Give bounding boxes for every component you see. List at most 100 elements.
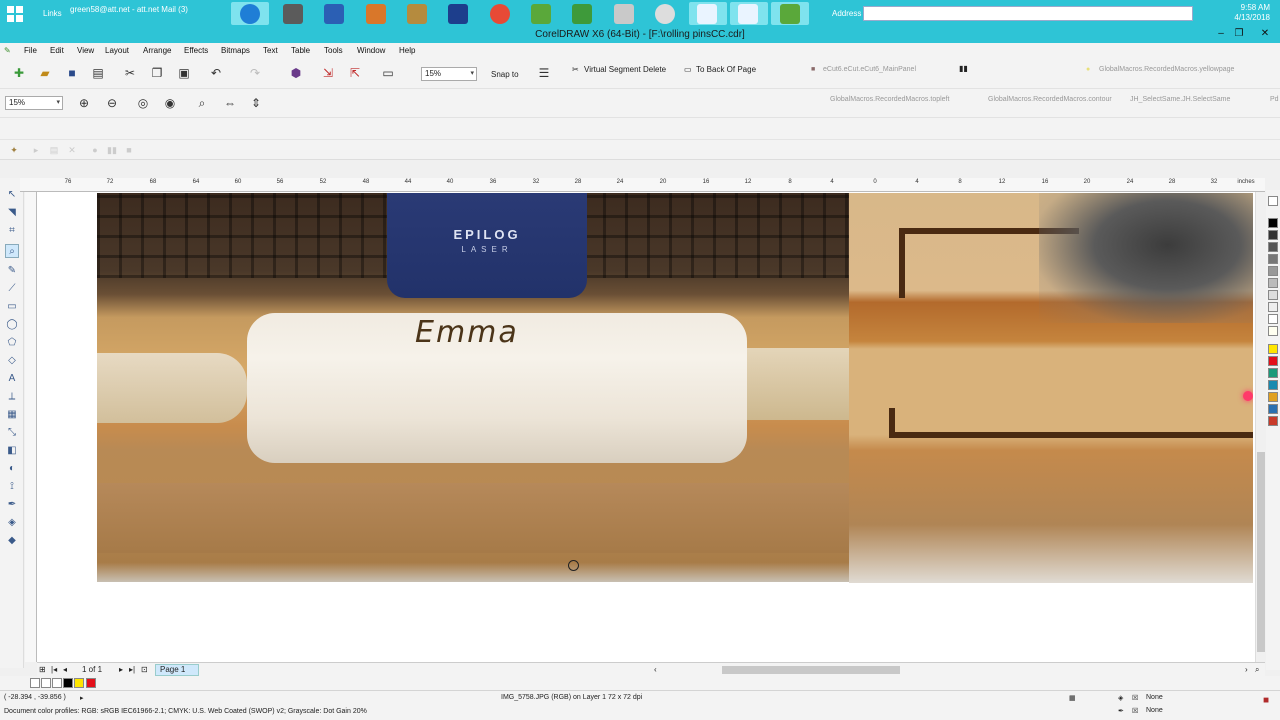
menu-layout[interactable]: Layout	[105, 46, 129, 55]
palette-arrow[interactable]	[30, 678, 40, 688]
zoom-out-icon[interactable]: ⊖	[102, 93, 122, 113]
no-color-swatch[interactable]	[1268, 196, 1278, 206]
macro-tools-icon[interactable]: ✕	[62, 140, 82, 160]
corel-icon-2[interactable]	[572, 4, 592, 24]
corel-icon[interactable]	[531, 4, 551, 24]
macro-main-panel-button[interactable]: eCut6.eCut.eCut6_MainPanel	[823, 66, 916, 73]
gray-70-swatch[interactable]	[1268, 242, 1278, 252]
menu-file[interactable]: File	[24, 46, 37, 55]
export-icon[interactable]: ⇱	[345, 63, 365, 83]
menu-bitmaps[interactable]: Bitmaps	[221, 46, 250, 55]
calendar-icon[interactable]	[283, 4, 303, 24]
macro-selectsame-button[interactable]: JH_SelectSame.JH.SelectSame	[1130, 96, 1230, 103]
globe-icon[interactable]	[655, 4, 675, 24]
freehand-tool-icon[interactable]: ✎	[5, 264, 19, 278]
clock[interactable]: 9:58 AM 4/13/2018	[1234, 3, 1270, 23]
eyedropper-swatch[interactable]	[41, 678, 51, 688]
next-page-button[interactable]: ▸	[119, 665, 123, 674]
application-launcher-icon[interactable]: ▭	[378, 63, 398, 83]
windows-start-icon[interactable]	[7, 6, 23, 22]
word-icon[interactable]	[324, 4, 344, 24]
virtual-segment-delete-button[interactable]: Virtual Segment Delete	[584, 65, 666, 74]
printer-icon[interactable]	[614, 4, 634, 24]
menu-edit[interactable]: Edit	[50, 46, 64, 55]
pause-icon[interactable]: ▮▮	[959, 64, 968, 73]
scroll-left-button[interactable]: ‹	[654, 665, 657, 674]
zoom-in-icon[interactable]: ⊕	[74, 93, 94, 113]
vertical-scrollbar[interactable]	[1255, 192, 1265, 662]
close-button[interactable]: ✕	[1258, 28, 1272, 39]
horizontal-ruler[interactable]: 76 72 68 64 60 56 52 48 44 40 36 32 28 2…	[20, 178, 1265, 192]
add-page-icon[interactable]: ⊡	[141, 665, 148, 674]
macro-yellowpage-button[interactable]: GlobalMacros.RecordedMacros.yellowpage	[1099, 66, 1234, 73]
vertical-scroll-thumb[interactable]	[1257, 452, 1265, 652]
menu-window[interactable]: Window	[357, 46, 385, 55]
open-folder-icon[interactable]: ▰	[35, 63, 55, 83]
user-icon[interactable]: ■	[1263, 695, 1269, 706]
ivory-swatch[interactable]	[1268, 326, 1278, 336]
macro-pd-button[interactable]: Pd	[1270, 96, 1279, 103]
zoom-page-icon[interactable]: ⌕	[192, 93, 212, 113]
parallel-dimension-icon[interactable]: ⟂	[5, 390, 19, 404]
yellow-swatch[interactable]	[1268, 344, 1278, 354]
outline-pen-icon[interactable]: ✒	[5, 498, 19, 512]
doc-yellow-swatch[interactable]	[74, 678, 84, 688]
stop-record-icon[interactable]: ■	[119, 140, 139, 160]
zoom-tool-icon[interactable]: ⌕	[5, 244, 19, 258]
closeup-photo[interactable]	[849, 193, 1253, 583]
gray-40-swatch[interactable]	[1268, 266, 1278, 276]
orange-swatch[interactable]	[1268, 392, 1278, 402]
zoom-height-icon[interactable]: ⇕	[246, 93, 266, 113]
menu-effects[interactable]: Effects	[184, 46, 208, 55]
rectangle-tool-icon[interactable]: ▭	[5, 300, 19, 314]
gray-10-swatch[interactable]	[1268, 302, 1278, 312]
no-fill-swatch[interactable]	[52, 678, 62, 688]
to-back-of-page-button[interactable]: To Back Of Page	[696, 65, 756, 74]
gray-90-swatch[interactable]	[1268, 230, 1278, 240]
menu-view[interactable]: View	[77, 46, 94, 55]
teal-swatch[interactable]	[1268, 368, 1278, 378]
restore-button[interactable]: ❐	[1232, 28, 1246, 39]
smart-drawing-icon[interactable]: ⟋	[5, 282, 19, 296]
drawing-canvas[interactable]: EPILOG LASER Emma	[37, 192, 1255, 662]
transparency-tool-icon[interactable]: ◐	[5, 462, 19, 476]
zoom-width-icon[interactable]: ⇔	[220, 93, 240, 113]
doc-black-swatch[interactable]	[63, 678, 73, 688]
last-page-button[interactable]: ▸|	[129, 665, 135, 674]
cut-icon[interactable]: ✂	[120, 63, 140, 83]
navigator-icon[interactable]: ⌕	[1255, 665, 1259, 675]
eyedropper-tool-icon[interactable]: ⟟	[5, 480, 19, 494]
blue-swatch[interactable]	[1268, 380, 1278, 390]
ellipse-tool-icon[interactable]: ◯	[5, 318, 19, 332]
first-page-icon[interactable]: ⊞	[39, 665, 46, 674]
menu-table[interactable]: Table	[291, 46, 310, 55]
black-swatch[interactable]	[1268, 218, 1278, 228]
blend-tool-icon[interactable]: ◧	[5, 444, 19, 458]
shape-tool-icon[interactable]: ◥	[5, 206, 19, 220]
zoom-selected-icon[interactable]: ◎	[133, 93, 153, 113]
crop-tool-icon[interactable]: ⌗	[5, 224, 19, 238]
undo-icon[interactable]: ↶	[206, 63, 226, 83]
gray-50-swatch[interactable]	[1268, 254, 1278, 264]
expand-arrow-icon[interactable]: ▸	[80, 694, 84, 702]
doc-red-swatch[interactable]	[86, 678, 96, 688]
fill-tool-icon[interactable]: ◈	[5, 516, 19, 530]
red-swatch[interactable]	[1268, 356, 1278, 366]
macro-contour-button[interactable]: GlobalMacros.RecordedMacros.contour	[988, 96, 1112, 103]
scroll-right-button[interactable]: ›	[1245, 665, 1248, 674]
links-label[interactable]: Links	[43, 9, 62, 18]
menu-help[interactable]: Help	[399, 46, 415, 55]
polygon-tool-icon[interactable]: ⬠	[5, 336, 19, 350]
corel-connect-icon[interactable]: ⬢	[286, 63, 306, 83]
app-icon[interactable]	[366, 4, 386, 24]
navy-swatch[interactable]	[1268, 404, 1278, 414]
menu-arrange[interactable]: Arrange	[143, 46, 171, 55]
menu-tools[interactable]: Tools	[324, 46, 343, 55]
grid-icon[interactable]: ▦	[1069, 694, 1076, 702]
options-icon[interactable]: ☰	[534, 63, 554, 83]
copy-icon[interactable]: ❐	[147, 63, 167, 83]
gray-30-swatch[interactable]	[1268, 278, 1278, 288]
address-input[interactable]	[863, 6, 1193, 21]
gray-20-swatch[interactable]	[1268, 290, 1278, 300]
zoom-all-icon[interactable]: ◉	[160, 93, 180, 113]
